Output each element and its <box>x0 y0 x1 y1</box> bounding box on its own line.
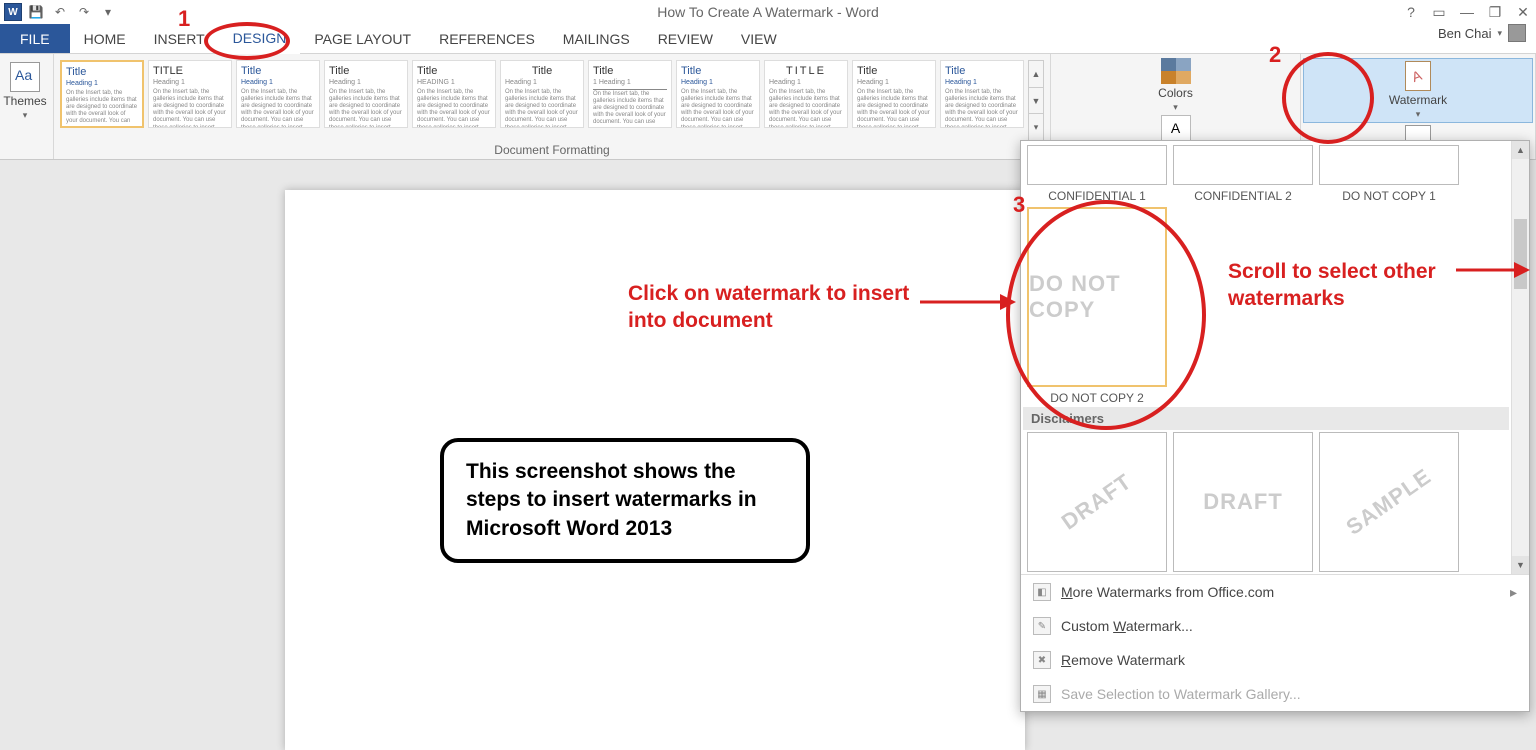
remove-watermark-menu-item[interactable]: ✖ Remove Watermark <box>1021 643 1529 677</box>
colors-icon <box>1161 58 1191 84</box>
qat-redo-icon[interactable]: ↷ <box>74 2 94 22</box>
user-name-label: Ben Chai <box>1438 26 1491 41</box>
style-tile[interactable]: TitleHeading 1On the Insert tab, the gal… <box>676 60 760 128</box>
gallery-scroll-up[interactable]: ▲ <box>1029 61 1043 87</box>
more-watermarks-menu-item[interactable]: ◧ More Watermarks from Office.com ▸ <box>1021 575 1529 609</box>
word-app-icon: W <box>4 3 22 21</box>
tab-design[interactable]: DESIGN <box>219 24 301 54</box>
watermark-section-disclaimers: Disclaimers <box>1023 407 1509 430</box>
watermark-scrollbar[interactable]: ▲ ▼ <box>1511 141 1529 574</box>
style-tile[interactable]: Title1 Heading 1On the Insert tab, the g… <box>588 60 672 128</box>
watermark-label: Watermark <box>1389 93 1447 107</box>
watermark-preset[interactable]: DRAFT <box>1027 432 1167 572</box>
user-account[interactable]: Ben Chai ▾ <box>1438 24 1526 42</box>
help-icon[interactable]: ? <box>1402 4 1420 20</box>
style-tile[interactable]: TitleHeading 1On the Insert tab, the gal… <box>852 60 936 128</box>
chevron-right-icon: ▸ <box>1510 584 1517 601</box>
close-icon[interactable]: ✕ <box>1514 4 1532 21</box>
avatar <box>1508 24 1526 42</box>
style-tile[interactable]: TITLEHeading 1On the Insert tab, the gal… <box>148 60 232 128</box>
themes-caret-icon: ▾ <box>23 110 28 121</box>
remove-watermark-icon: ✖ <box>1033 651 1051 669</box>
watermark-caption: DO NOT COPY 2 <box>1050 391 1144 405</box>
themes-button[interactable]: Themes ▾ <box>0 54 50 129</box>
style-gallery[interactable]: TitleHeading 1On the Insert tab, the gal… <box>54 54 1050 141</box>
fonts-icon: A <box>1161 115 1191 141</box>
watermark-dropdown-panel: CONFIDENTIAL 1 CONFIDENTIAL 2 DO NOT COP… <box>1020 140 1530 712</box>
ribbon-tabs: FILE HOME INSERT DESIGN PAGE LAYOUT REFE… <box>0 24 1536 54</box>
tab-references[interactable]: REFERENCES <box>425 24 549 53</box>
tab-review[interactable]: REVIEW <box>644 24 727 53</box>
style-tile[interactable]: TitleHeading 1On the Insert tab, the gal… <box>324 60 408 128</box>
scrollbar-thumb[interactable] <box>1514 219 1527 289</box>
watermark-preset[interactable]: CONFIDENTIAL 2 <box>1173 145 1313 203</box>
custom-watermark-menu-item[interactable]: ✎ Custom Watermark... <box>1021 609 1529 643</box>
tab-file[interactable]: FILE <box>0 24 70 53</box>
colors-label: Colors <box>1158 86 1193 100</box>
style-tile[interactable]: TitleHeading 1On the Insert tab, the gal… <box>236 60 320 128</box>
watermark-icon <box>1405 61 1431 91</box>
gallery-scroll-down[interactable]: ▼ <box>1029 87 1043 114</box>
user-caret-icon: ▾ <box>1497 28 1502 39</box>
watermark-preset[interactable]: SAMPLE <box>1319 432 1459 572</box>
watermark-button[interactable]: Watermark ▾ <box>1303 58 1533 123</box>
qat-save-icon[interactable]: 💾 <box>26 2 46 22</box>
save-selection-menu-item: ▦ Save Selection to Watermark Gallery... <box>1021 677 1529 711</box>
watermark-caret-icon: ▾ <box>1416 109 1421 120</box>
restore-icon[interactable]: ❐ <box>1486 4 1504 21</box>
save-selection-icon: ▦ <box>1033 685 1051 703</box>
watermark-caption: CONFIDENTIAL 1 <box>1048 189 1146 203</box>
watermark-preset[interactable]: CONFIDENTIAL 1 <box>1027 145 1167 203</box>
watermark-thumb-text: DO NOT COPY <box>1029 271 1165 323</box>
watermark-preset[interactable]: DO NOT COPY 1 <box>1319 145 1459 203</box>
style-tile[interactable]: TITLEHeading 1On the Insert tab, the gal… <box>764 60 848 128</box>
watermark-thumb-text: DRAFT <box>1057 469 1137 536</box>
document-title: How To Create A Watermark - Word <box>657 4 878 20</box>
tab-home[interactable]: HOME <box>70 24 140 53</box>
tab-mailings[interactable]: MAILINGS <box>549 24 644 53</box>
themes-icon <box>10 62 40 92</box>
qat-customize-icon[interactable]: ▾ <box>98 2 118 22</box>
themes-label: Themes <box>3 94 46 108</box>
watermark-caption: CONFIDENTIAL 2 <box>1194 189 1292 203</box>
ribbon-display-icon[interactable]: ▭ <box>1430 4 1448 21</box>
save-selection-label: Save Selection to Watermark Gallery... <box>1061 686 1301 702</box>
tab-insert[interactable]: INSERT <box>140 24 219 53</box>
minimize-icon[interactable]: — <box>1458 4 1476 20</box>
style-tile[interactable]: TitleHeading 1On the Insert tab, the gal… <box>500 60 584 128</box>
style-tile[interactable]: TitleHeading 1On the Insert tab, the gal… <box>60 60 144 128</box>
title-bar: W 💾 ↶ ↷ ▾ How To Create A Watermark - Wo… <box>0 0 1536 24</box>
office-icon: ◧ <box>1033 583 1051 601</box>
qat-undo-icon[interactable]: ↶ <box>50 2 70 22</box>
style-tile[interactable]: TitleHEADING 1On the Insert tab, the gal… <box>412 60 496 128</box>
gallery-more-icon[interactable]: ▾ <box>1029 113 1043 140</box>
watermark-thumb-text: SAMPLE <box>1342 463 1437 540</box>
scroll-up-icon[interactable]: ▲ <box>1512 141 1529 159</box>
colors-button[interactable]: Colors▾ <box>1057 58 1294 113</box>
more-watermarks-label: ore Watermarks from Office.com <box>1073 584 1274 600</box>
watermark-preset[interactable]: DRAFT <box>1173 432 1313 572</box>
group-label-doc-formatting: Document Formatting <box>54 141 1050 159</box>
watermark-caption: DO NOT COPY 1 <box>1342 189 1436 203</box>
style-tile[interactable]: TitleHeading 1On the Insert tab, the gal… <box>940 60 1024 128</box>
tab-view[interactable]: VIEW <box>727 24 791 53</box>
scroll-down-icon[interactable]: ▼ <box>1512 556 1529 574</box>
watermark-preset-do-not-copy-2[interactable]: DO NOT COPY DO NOT COPY 2 <box>1027 207 1167 405</box>
tab-page-layout[interactable]: PAGE LAYOUT <box>300 24 425 53</box>
annotation-description-box: This screenshot shows the steps to inser… <box>440 438 810 563</box>
custom-watermark-icon: ✎ <box>1033 617 1051 635</box>
watermark-thumb-text: DRAFT <box>1203 489 1283 515</box>
